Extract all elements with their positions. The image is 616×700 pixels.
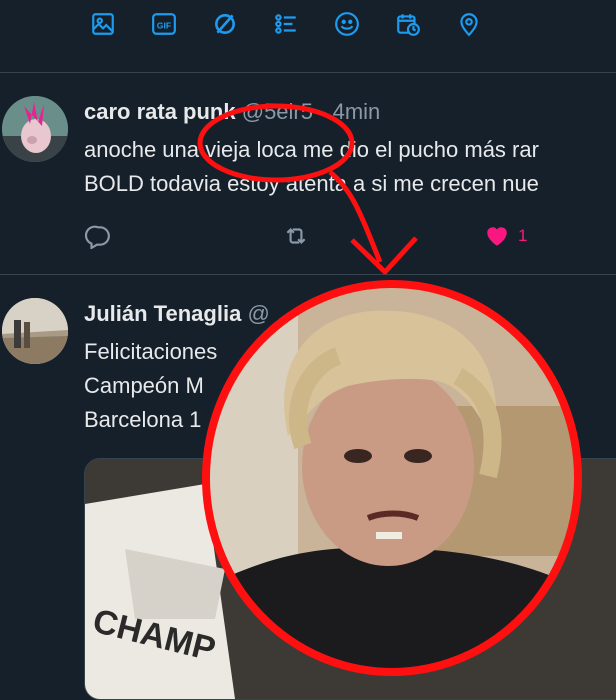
display-name[interactable]: Julián Tenaglia [84, 301, 241, 326]
tweet-text-line-3: Barcelona 1 [84, 407, 202, 432]
tweet-caro[interactable]: caro rata punk @5elr5 · 4min anoche una … [0, 72, 616, 274]
gif-label: GIF [157, 20, 171, 30]
emoji-icon[interactable] [331, 8, 363, 40]
heart-icon [487, 227, 507, 246]
display-name[interactable]: caro rata punk [84, 99, 236, 124]
timestamp[interactable]: 4min [333, 99, 381, 124]
schedule-icon[interactable] [392, 8, 424, 40]
like-count: 1 [518, 226, 528, 245]
tweet-media[interactable]: CHAMP [84, 458, 616, 700]
reply-button[interactable] [85, 223, 111, 249]
image-icon[interactable] [87, 8, 119, 40]
retweet-icon [286, 227, 306, 245]
reply-icon [85, 225, 110, 249]
handle[interactable]: @5elr5 [242, 99, 313, 124]
gif-icon[interactable]: GIF [148, 8, 180, 40]
handle[interactable]: @ [247, 301, 269, 326]
tweet-text-line-2: BOLD todavia estoy atenta a si me crecen… [84, 171, 539, 196]
separator-dot: · [319, 99, 327, 124]
tweet-text-line-2: Campeón M [84, 373, 204, 398]
location-icon[interactable] [453, 8, 485, 40]
tweet-text-line-1: anoche una vieja loca me dio el pucho má… [84, 137, 539, 162]
tweet-text-line-1: Felicitaciones [84, 339, 218, 364]
avatar[interactable] [2, 96, 68, 162]
tweet-header: caro rata punk @5elr5 · 4min [84, 99, 380, 125]
poll-icon[interactable] [209, 8, 241, 40]
list-icon[interactable] [270, 8, 302, 40]
like-button[interactable]: 1 [484, 223, 527, 249]
retweet-button[interactable] [283, 223, 309, 249]
avatar[interactable] [2, 298, 68, 364]
composer-toolbar: GIF [0, 0, 616, 72]
tweet-header: Julián Tenaglia @ [84, 301, 270, 327]
